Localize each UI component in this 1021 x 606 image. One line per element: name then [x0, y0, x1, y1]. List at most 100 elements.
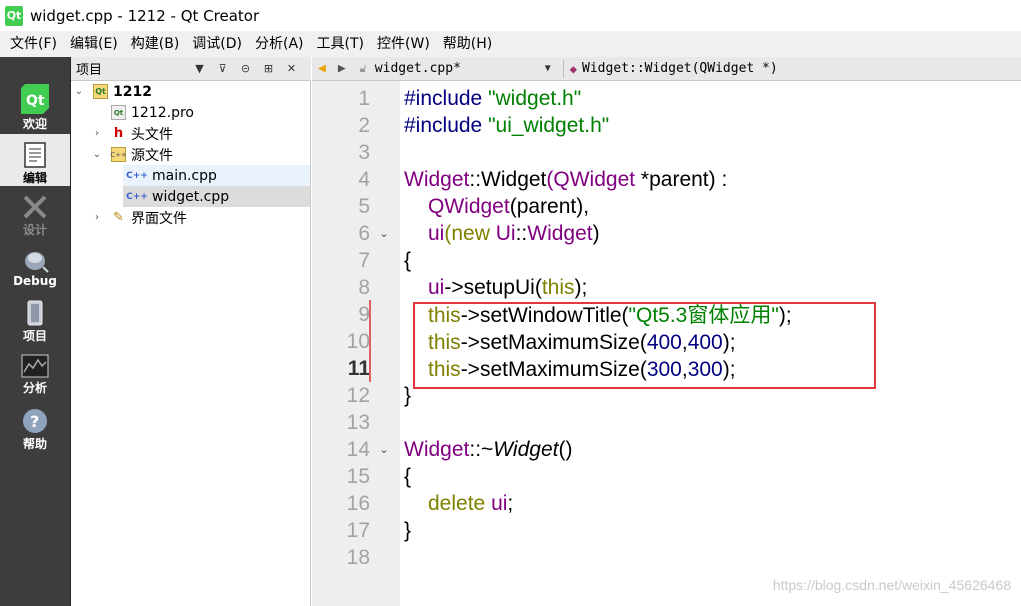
tree-item-label: widget.cpp — [152, 188, 230, 205]
line-number: 18 — [346, 546, 370, 569]
project-folder-icon: Qt — [93, 84, 108, 99]
code-line-6: ui(new Ui::Widget) — [428, 220, 600, 247]
line-number: 7 — [358, 249, 370, 272]
project-icon — [27, 300, 43, 326]
code-token: this — [541, 276, 575, 299]
menu-edit[interactable]: 编辑(E) — [63, 31, 124, 57]
code-token: ui — [491, 492, 508, 515]
forward-arrow-icon[interactable]: ▶ — [338, 61, 346, 76]
fold-chevron-icon[interactable]: ⌄ — [377, 220, 391, 247]
line-number: 12 — [346, 384, 370, 407]
tree-item-project[interactable]: ⌄ Qt 1212 — [73, 81, 309, 102]
code-token: delete — [428, 492, 486, 515]
code-token: Widget — [481, 168, 547, 191]
project-tree: ⌄ Qt 1212 Qt 1212.pro › h 头文件 ⌄ C++ 源文件 … — [71, 81, 311, 606]
tree-item-label: main.cpp — [152, 167, 217, 184]
mode-label: 设计 — [22, 223, 47, 237]
form-folder-icon: ✎ — [113, 210, 124, 225]
code-token: ; — [507, 492, 514, 515]
code-token: Ui — [495, 222, 516, 245]
window-title: widget.cpp - 1212 - Qt Creator — [30, 6, 260, 25]
tree-item-headers[interactable]: › h 头文件 — [91, 123, 309, 144]
mode-label: 分析 — [22, 381, 47, 395]
chevron-down-icon[interactable]: ▼ — [545, 63, 561, 74]
svg-text:Qt: Qt — [26, 93, 45, 109]
code-line-16: delete ui; — [428, 490, 513, 517]
line-number: 6 — [358, 222, 370, 245]
menu-bar: 文件(F) 编辑(E) 构建(B) 调试(D) 分析(A) 工具(T) 控件(W… — [0, 31, 1021, 57]
mode-help[interactable]: ? 帮助 — [0, 408, 70, 456]
mode-analyze[interactable]: 分析 — [0, 354, 70, 402]
line-number: 14 — [346, 438, 370, 461]
annotation-highlight-box — [413, 302, 876, 389]
code-line-7: { — [404, 249, 412, 272]
tree-item-widget-cpp[interactable]: C++ widget.cpp — [123, 186, 310, 207]
code-token: Widget — [404, 168, 470, 191]
mode-label: Debug — [13, 274, 57, 288]
mode-projects[interactable]: 项目 — [0, 300, 70, 348]
open-file-selector[interactable]: widget.cpp* — [375, 61, 545, 76]
code-line-1: #include "widget.h" — [404, 85, 581, 112]
edit-document-icon — [24, 142, 46, 168]
menu-tools[interactable]: 工具(T) — [310, 31, 370, 57]
tree-item-forms[interactable]: › ✎ 界面文件 — [91, 207, 309, 228]
code-token: () — [558, 438, 573, 461]
help-icon: ? — [23, 409, 47, 433]
menu-build[interactable]: 构建(B) — [124, 31, 186, 57]
menu-file[interactable]: 文件(F) — [3, 31, 63, 57]
chevron-down-icon[interactable]: ⌄ — [73, 86, 85, 97]
code-token: ui — [428, 276, 445, 299]
line-number: 17 — [346, 519, 370, 542]
symbol-selector[interactable]: Widget::Widget(QWidget *) — [582, 61, 778, 76]
code-token: ->setupUi( — [444, 276, 542, 299]
cpp-file-icon: C++ — [126, 191, 148, 202]
mode-label: 项目 — [22, 329, 47, 343]
code-token: #include — [404, 87, 489, 110]
split-panel-icon[interactable]: ⊞ — [257, 62, 280, 75]
code-token: "ui_widget.h" — [488, 114, 610, 137]
fold-chevron-icon[interactable]: ⌄ — [377, 436, 391, 463]
chevron-right-icon[interactable]: › — [91, 212, 103, 223]
filter-icon[interactable]: ⊽ — [211, 62, 234, 75]
mode-debug[interactable]: Debug — [0, 247, 70, 295]
code-token: Widget — [493, 438, 559, 461]
header-folder-icon: h — [113, 126, 124, 141]
code-line-17: } — [404, 519, 412, 542]
tree-item-label: 1212 — [113, 83, 152, 100]
tree-item-main-cpp[interactable]: C++ main.cpp — [123, 165, 310, 186]
code-token: Widget — [404, 438, 470, 461]
menu-help[interactable]: 帮助(H) — [436, 31, 498, 57]
menu-analyze[interactable]: 分析(A) — [248, 31, 310, 57]
menu-widgets[interactable]: 控件(W) — [370, 31, 436, 57]
code-token: :: — [515, 222, 528, 245]
close-icon[interactable]: ✕ — [280, 62, 303, 75]
code-line-12: } — [404, 384, 412, 407]
tree-item-sources[interactable]: ⌄ C++ 源文件 — [91, 144, 309, 165]
code-token: ui — [428, 222, 445, 245]
line-number: 9 — [358, 303, 370, 326]
title-bar: Qt widget.cpp - 1212 - Qt Creator — [0, 0, 1021, 31]
mode-label: 欢迎 — [22, 117, 47, 131]
mode-label: 帮助 — [22, 437, 47, 451]
mode-edit[interactable]: 编辑 — [0, 134, 70, 186]
function-symbol-icon: ◆ — [569, 61, 578, 76]
code-token: new — [451, 222, 490, 245]
back-arrow-icon[interactable]: ◀ — [318, 61, 326, 76]
project-panel-title: 项目 — [76, 63, 103, 78]
mode-welcome[interactable]: Qt 欢迎 — [0, 84, 70, 134]
code-token: QWidget — [428, 195, 510, 218]
tree-item-label: 源文件 — [131, 147, 173, 164]
tree-item-label: 界面文件 — [131, 210, 187, 227]
modified-lines-marker — [369, 300, 371, 382]
qt-logo-icon: Qt — [21, 84, 49, 114]
tree-item-pro-file[interactable]: Qt 1212.pro — [111, 102, 309, 123]
menu-debug[interactable]: 调试(D) — [185, 31, 248, 57]
view-dropdown-icon[interactable]: ▼ — [188, 62, 211, 75]
code-token: #include — [404, 114, 489, 137]
chevron-down-icon[interactable]: ⌄ — [91, 149, 103, 160]
link-editor-icon[interactable]: ⊝ — [234, 62, 257, 75]
design-icon — [23, 195, 47, 219]
mode-label: 编辑 — [22, 171, 47, 185]
mode-design[interactable]: 设计 — [0, 194, 70, 242]
chevron-right-icon[interactable]: › — [91, 128, 103, 139]
